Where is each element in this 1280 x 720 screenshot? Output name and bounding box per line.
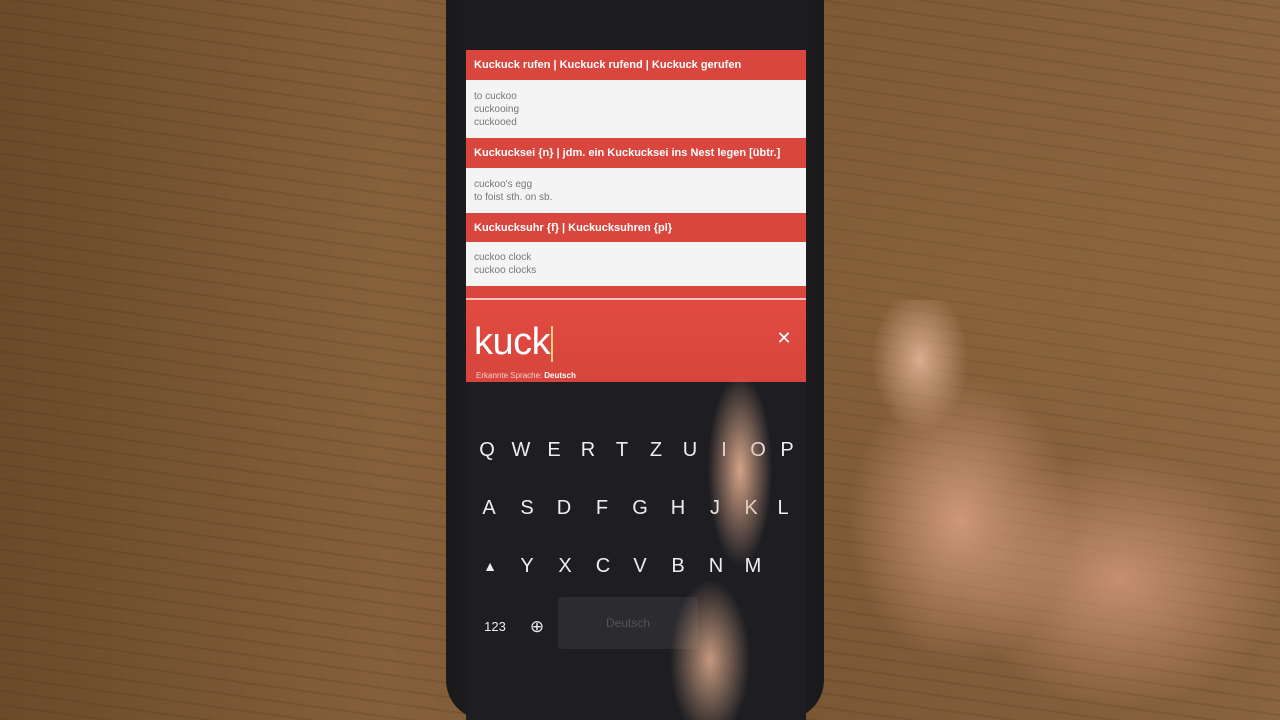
key[interactable]: S: [512, 488, 542, 528]
translation-line: cuckooed: [474, 116, 517, 128]
detected-language-label: Erkannte Sprache:: [476, 371, 543, 380]
close-icon[interactable]: ✕: [774, 328, 794, 348]
shift-icon[interactable]: ▲: [475, 546, 505, 586]
key[interactable]: M: [738, 546, 768, 586]
keyboard: Q W E R T Z U I O P A S D F G H J K L ▲ …: [466, 382, 806, 720]
result-heading[interactable]: Kuckucksuhr {f} | Kuckucksuhren {pl}: [466, 213, 806, 242]
phone-device: Kuckuck rufen | Kuckuck rufend | Kuckuck…: [446, 0, 824, 720]
result-translations[interactable]: to cuckoo cuckooing cuckooed: [466, 80, 806, 138]
translation-line: cuckoo's egg: [474, 178, 533, 190]
results-list: Kuckuck rufen | Kuckuck rufend | Kuckuck…: [466, 50, 806, 298]
translation-line: cuckoo clock: [474, 252, 532, 263]
detected-language-value: Deutsch: [544, 371, 576, 380]
detected-language: Erkannte Sprache: Deutsch: [476, 371, 576, 380]
key[interactable]: A: [474, 488, 504, 528]
key[interactable]: H: [663, 488, 693, 528]
result-heading[interactable]: Kuckuck rufen | Kuckuck rufend | Kuckuck…: [466, 50, 806, 80]
key[interactable]: O: [743, 430, 773, 470]
key[interactable]: G: [625, 488, 655, 528]
text-cursor: [551, 325, 554, 362]
result-translations[interactable]: cuckoo clock cuckoo clocks: [466, 242, 806, 286]
key[interactable]: Q: [472, 430, 502, 470]
key[interactable]: J: [700, 488, 730, 528]
key[interactable]: D: [549, 488, 579, 528]
keyboard-row-2: A S D F G H J K L: [466, 488, 806, 528]
space-key[interactable]: Deutsch: [558, 597, 698, 649]
numbers-key[interactable]: 123: [480, 607, 510, 647]
translation-line: to foist sth. on sb.: [474, 191, 553, 203]
key[interactable]: W: [506, 430, 536, 470]
translation-line: to cuckoo: [474, 90, 517, 102]
result-heading[interactable]: Kuckucksei {n} | jdm. ein Kuckucksei ins…: [466, 138, 806, 168]
key[interactable]: K: [736, 488, 766, 528]
key[interactable]: V: [625, 546, 655, 586]
key[interactable]: N: [701, 546, 731, 586]
search-input[interactable]: kuck: [474, 320, 734, 364]
phone-screen: Kuckuck rufen | Kuckuck rufend | Kuckuck…: [466, 0, 806, 720]
key[interactable]: T: [607, 430, 637, 470]
search-query: kuck: [474, 321, 551, 363]
key[interactable]: E: [539, 430, 569, 470]
key[interactable]: B: [663, 546, 693, 586]
key[interactable]: C: [588, 546, 618, 586]
search-bar: kuck ✕ Erkannte Sprache: Deutsch: [466, 298, 806, 384]
key[interactable]: I: [709, 430, 739, 470]
globe-icon[interactable]: ⊕: [522, 607, 552, 647]
keyboard-row-3: ▲ Y X C V B N M: [466, 546, 806, 586]
key[interactable]: X: [550, 546, 580, 586]
key[interactable]: P: [772, 430, 802, 470]
key[interactable]: F: [587, 488, 617, 528]
key[interactable]: U: [675, 430, 705, 470]
next-result-peek: [466, 286, 806, 298]
key[interactable]: R: [573, 430, 603, 470]
result-translations[interactable]: cuckoo's egg to foist sth. on sb.: [466, 168, 806, 213]
key[interactable]: Y: [512, 546, 542, 586]
key[interactable]: Z: [641, 430, 671, 470]
key[interactable]: L: [768, 488, 798, 528]
translation-line: cuckooing: [474, 103, 520, 115]
translation-line: cuckoo clocks: [474, 265, 537, 276]
keyboard-row-1: Q W E R T Z U I O P: [466, 430, 806, 470]
